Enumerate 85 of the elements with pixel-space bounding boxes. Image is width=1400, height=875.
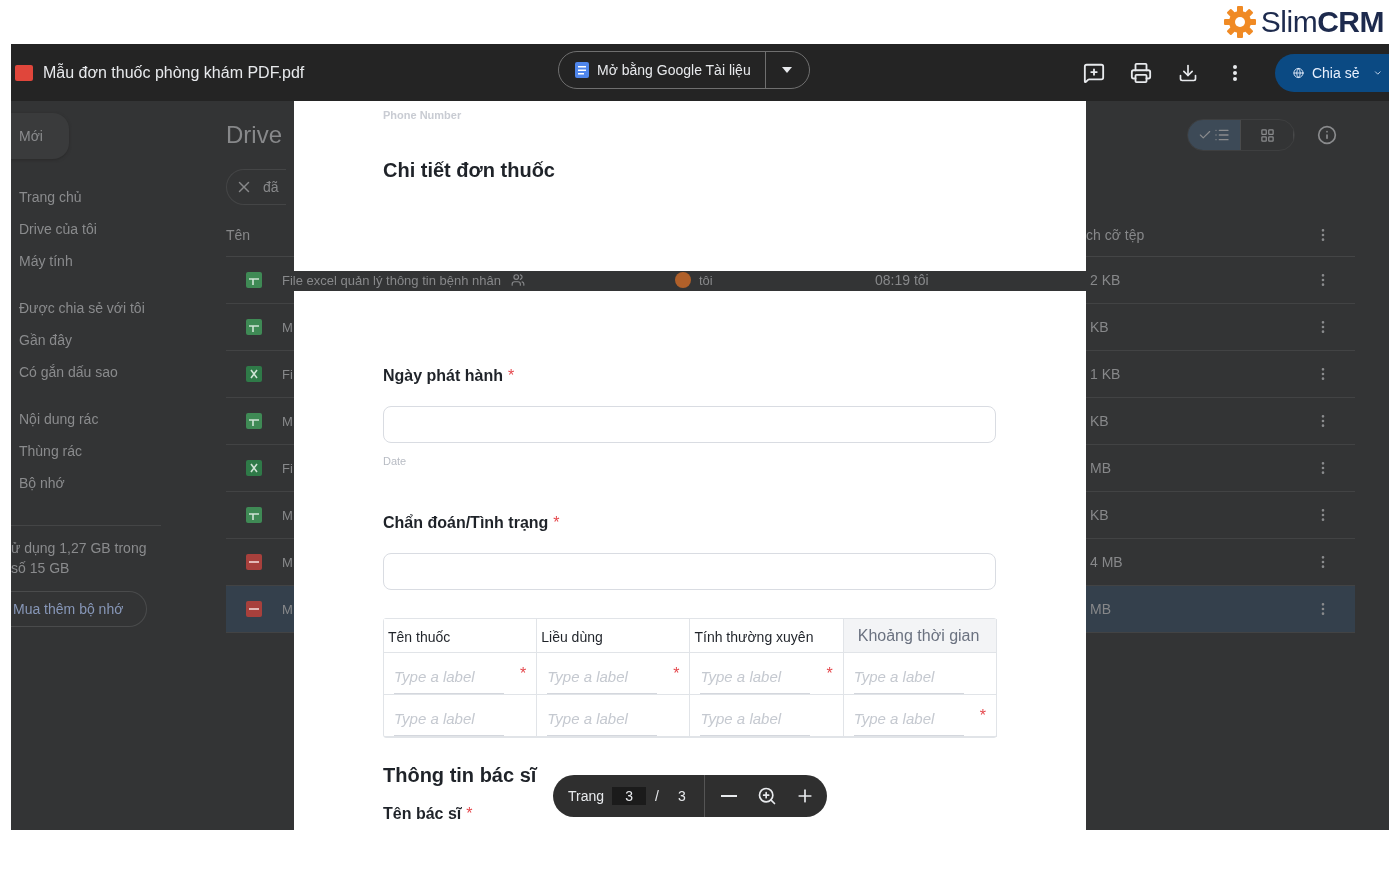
page-title: Drive <box>226 121 282 149</box>
field-label: Chẩn đoán/Tình trạng <box>383 514 549 532</box>
grid-icon <box>1259 127 1275 143</box>
file-name: File excel quản lý thông tin bệnh nhân <box>282 272 501 288</box>
file-name: M <box>282 507 293 523</box>
pdf-file-icon <box>15 64 33 81</box>
comment-plus-icon <box>1083 61 1105 84</box>
sheet-file-icon <box>246 413 262 429</box>
required-mark: * <box>979 706 986 725</box>
required-mark: * <box>508 367 515 385</box>
excel-file-icon <box>246 460 262 476</box>
sheet-file-icon <box>246 319 262 335</box>
required-mark: * <box>520 664 527 683</box>
printer-icon <box>1130 61 1152 84</box>
list-icon <box>1214 127 1230 143</box>
file-name: Fi <box>282 460 293 476</box>
size-text: KB <box>1090 413 1110 429</box>
required-mark: * <box>466 805 473 823</box>
required-mark: * <box>826 664 833 683</box>
file-name: Fi <box>282 366 293 382</box>
nav-item[interactable]: Trang chủ <box>11 181 211 213</box>
document-icon <box>575 62 589 78</box>
nav-item[interactable]: Có gắn dấu sao <box>11 356 211 388</box>
page-separator: / <box>655 788 659 804</box>
file-name: M <box>282 554 293 570</box>
info-icon <box>1317 125 1337 145</box>
pdf-file-icon <box>246 601 262 617</box>
download-icon <box>1178 62 1198 83</box>
column-header: Liều dùng <box>537 619 691 653</box>
excel-file-icon <box>246 366 262 382</box>
field-label: Tên bác sĩ <box>383 805 462 823</box>
input-field[interactable] <box>383 553 996 590</box>
modified-text: 08:19 tôi <box>875 272 930 288</box>
check-icon <box>1198 128 1212 142</box>
avatar <box>675 272 691 288</box>
file-name: M <box>282 413 293 429</box>
column-header[interactable]: Tên <box>226 226 282 243</box>
view-option-button[interactable] <box>1188 120 1241 150</box>
sheet-file-icon <box>246 272 262 288</box>
gear-icon <box>1222 5 1257 39</box>
column-header: Khoảng thời gian <box>843 619 997 653</box>
caret-icon <box>782 67 793 73</box>
file-title: Mẫu đơn thuốc phòng khám PDF.pdf <box>43 63 305 82</box>
column-header[interactable]: ch cỡ tệp <box>1086 226 1315 243</box>
column-header: Tính thường xuyên <box>690 619 844 653</box>
share-button[interactable]: Chia sẻ <box>1275 53 1389 92</box>
zoom-icon <box>756 786 777 806</box>
page-number-field[interactable]: 3 <box>612 787 647 805</box>
section-title: Chi tiết đơn thuốc <box>383 159 556 182</box>
storage-text: ử dụng 1,27 GB trong số 15 GB <box>11 525 161 578</box>
page-label: Trang <box>568 788 605 804</box>
size-text: 1 KB <box>1090 366 1122 382</box>
field-hint: Date <box>383 455 408 467</box>
size-text: KB <box>1090 507 1110 523</box>
size-text: MB <box>1090 460 1112 476</box>
nav-item[interactable]: Thùng rác <box>11 435 211 467</box>
file-name: M <box>282 601 293 617</box>
owner-text: tôi <box>699 272 713 288</box>
size-text: MB <box>1090 601 1112 617</box>
size-text: KB <box>1090 319 1110 335</box>
file-name: M <box>282 319 293 335</box>
sheet-file-icon <box>246 507 262 523</box>
size-text: 2 KB <box>1090 272 1122 288</box>
size-text: 4 MB <box>1090 554 1124 570</box>
more-icon <box>1233 64 1237 81</box>
page-total: 3 <box>677 788 686 804</box>
required-mark: * <box>553 514 560 532</box>
nav-item[interactable]: Nội dung rác <box>11 403 211 435</box>
nav-item[interactable]: Được chia sẻ với tôi <box>11 292 211 324</box>
open-with-button[interactable]: Mở bằng Google Tài liệu <box>559 52 766 88</box>
brand-logo: SlimCRM <box>1260 5 1384 39</box>
minus-icon <box>720 795 737 797</box>
pdf-file-icon <box>246 554 262 570</box>
input-field[interactable] <box>383 406 996 443</box>
new-button[interactable]: Mới <box>11 113 69 159</box>
info-button[interactable] <box>1317 125 1337 145</box>
nav-item[interactable]: Bộ nhớ <box>11 467 211 499</box>
required-mark: * <box>673 664 680 683</box>
nav-item[interactable]: Drive của tôi <box>11 213 211 245</box>
section-title: Thông tin bác sĩ <box>383 764 539 787</box>
nav-item[interactable]: Gần đây <box>11 324 211 356</box>
nav-item[interactable]: Máy tính <box>11 245 211 277</box>
column-header: Tên thuốc <box>384 619 538 653</box>
chip-text: đã <box>263 179 279 195</box>
field-label: Ngày phát hành <box>383 367 503 385</box>
